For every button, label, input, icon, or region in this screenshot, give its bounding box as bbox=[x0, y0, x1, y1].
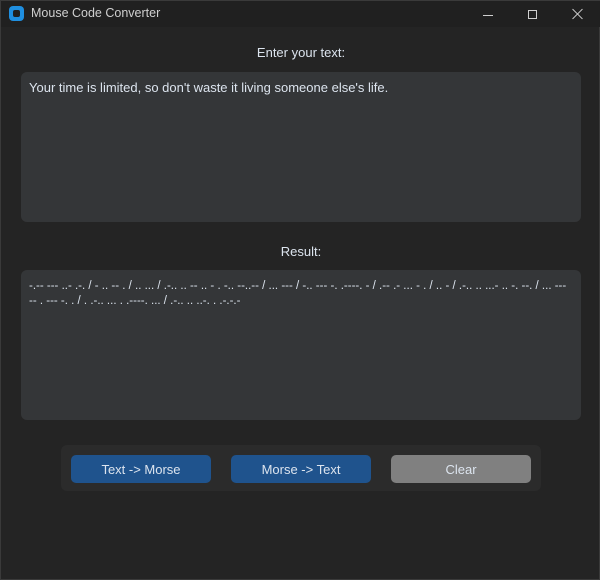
app-icon bbox=[9, 6, 24, 21]
minimize-icon bbox=[483, 14, 493, 16]
button-bar: Text -> Morse Morse -> Text Clear bbox=[61, 445, 541, 491]
morse-to-text-button[interactable]: Morse -> Text bbox=[231, 455, 371, 483]
window-title: Mouse Code Converter bbox=[31, 6, 161, 20]
close-button[interactable] bbox=[555, 1, 600, 27]
result-textbox[interactable]: -.-- --- ..- .-. / - .. -- . / .. ... / … bbox=[21, 270, 581, 420]
maximize-icon bbox=[527, 9, 537, 19]
close-icon bbox=[572, 8, 584, 20]
result-label: Result: bbox=[280, 244, 322, 259]
clear-button[interactable]: Clear bbox=[391, 455, 531, 483]
minimize-button[interactable] bbox=[465, 1, 511, 27]
title-bar: Mouse Code Converter bbox=[1, 1, 600, 27]
input-label: Enter your text: bbox=[256, 45, 346, 60]
maximize-button[interactable] bbox=[509, 1, 555, 27]
text-to-morse-button[interactable]: Text -> Morse bbox=[71, 455, 211, 483]
app-window: Mouse Code Converter Enter your text: Yo… bbox=[0, 0, 600, 580]
input-textbox[interactable]: Your time is limited, so don't waste it … bbox=[21, 72, 581, 222]
